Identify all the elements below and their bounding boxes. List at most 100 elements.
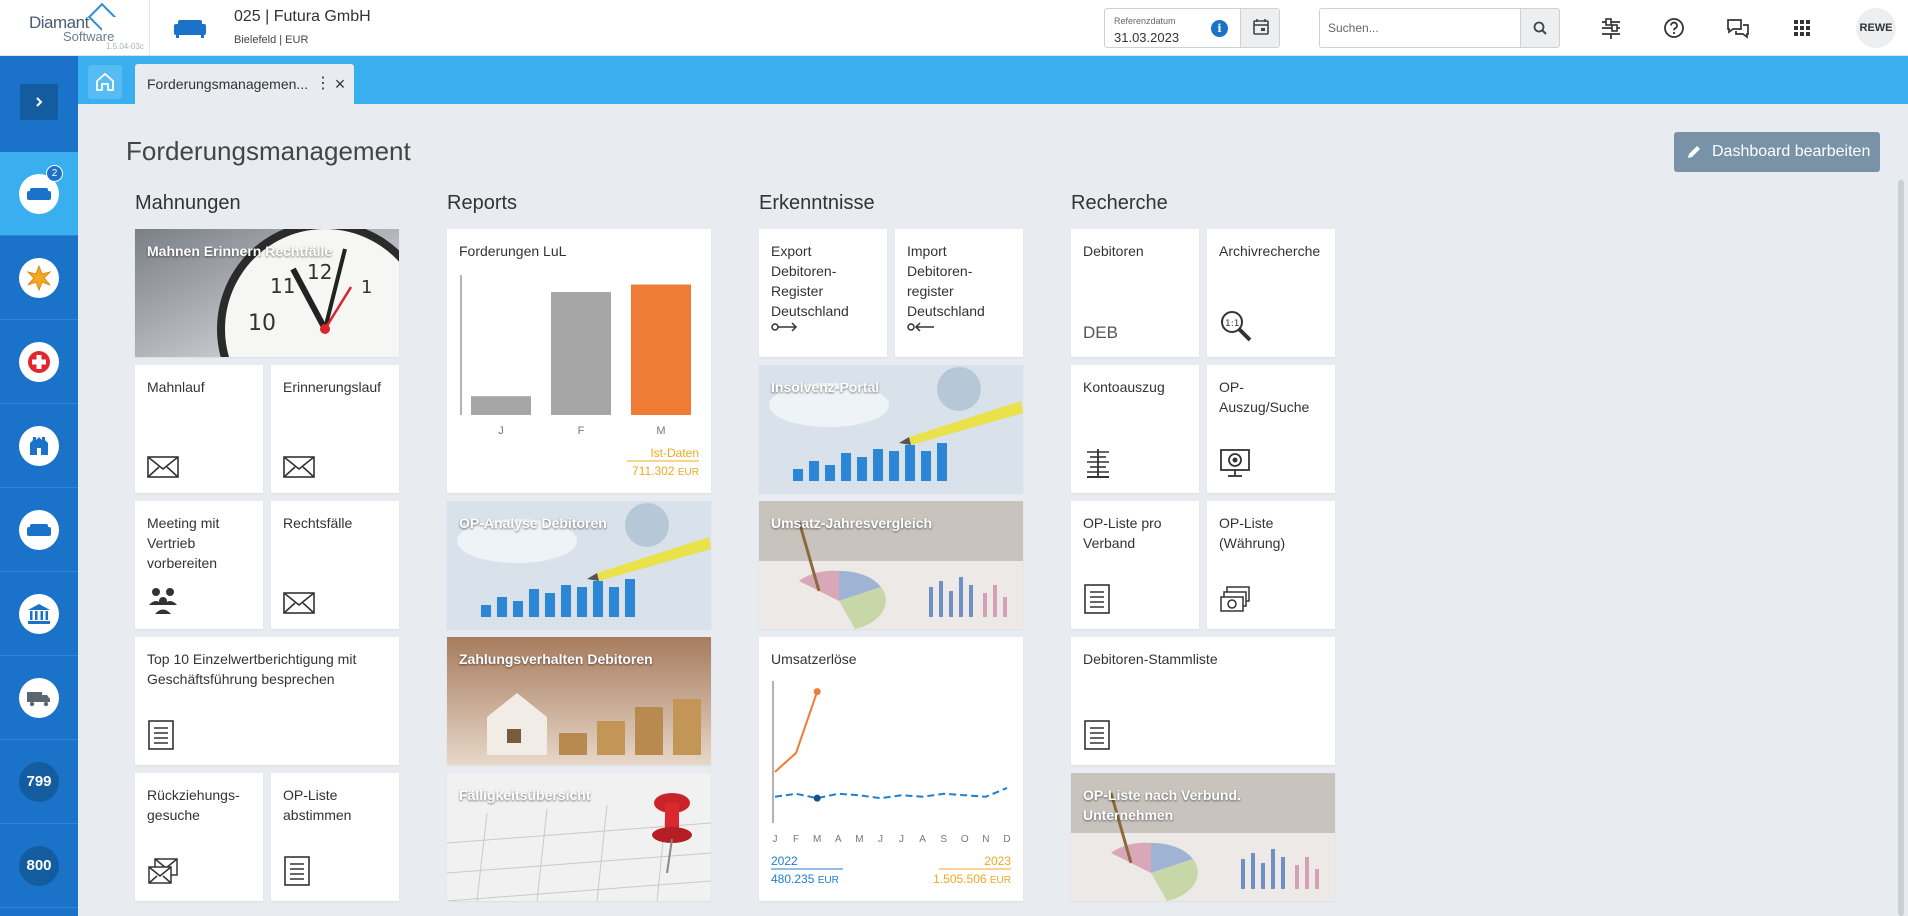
- tile-erinnerungslauf[interactable]: Erinnerungslauf: [271, 365, 399, 493]
- nav-item-debitoren[interactable]: 2: [0, 152, 78, 236]
- tab-menu-icon[interactable]: ⋮: [315, 72, 331, 96]
- tab-bar: Forderungsmanagemen... ⋮ ×: [78, 56, 1908, 104]
- nav-item-building[interactable]: [0, 404, 78, 488]
- tile-label: Mahnen Erinnern Rechtfälle: [147, 243, 333, 259]
- tile-label: Mahnlauf: [147, 379, 205, 395]
- tile-label: Export Debitoren-Register Deutschland: [771, 243, 849, 319]
- search-box[interactable]: [1319, 8, 1527, 48]
- tile-umsatzerloese[interactable]: Umsatzerlöse J F M A M J J A S O N D 2022 480.235 EUR…: [759, 637, 1023, 901]
- star-icon: [26, 264, 52, 292]
- info-icon[interactable]: i: [1211, 20, 1228, 37]
- tile-label: Top 10 Einzelwertberichtigung mit Geschä…: [147, 651, 357, 687]
- tile-rueckziehung[interactable]: Rückziehungs-gesuche: [135, 773, 263, 901]
- filter-settings-icon[interactable]: [1597, 14, 1625, 42]
- home-tab[interactable]: [88, 65, 122, 99]
- tile-op-verband[interactable]: OP-Liste pro Verband: [1071, 501, 1199, 629]
- magnifier-icon: 1:1: [1221, 311, 1252, 342]
- tile-mahnen-erinnern[interactable]: 10 11 12 1 Mahnen Erinnern Rechtfälle: [135, 229, 399, 357]
- nav-circle: [19, 510, 59, 550]
- app-version: 1.5.04-03c: [106, 42, 144, 51]
- tile-debitoren-stammliste[interactable]: Debitoren-Stammliste: [1071, 637, 1335, 765]
- tile-opliste-abstimmen[interactable]: OP-Liste abstimmen: [271, 773, 399, 901]
- tile-label: Kontoauszug: [1083, 379, 1165, 395]
- tile-op-auszug[interactable]: OP-Auszug/Suche: [1207, 365, 1335, 493]
- close-icon[interactable]: ×: [331, 72, 349, 96]
- tile-zahlungsverhalten[interactable]: Zahlungsverhalten Debitoren: [447, 637, 711, 765]
- calendar-icon: [1253, 19, 1269, 35]
- nav-circle: [19, 678, 59, 718]
- tile-mahnlauf[interactable]: Mahnlauf: [135, 365, 263, 493]
- bank-icon: [28, 604, 50, 624]
- edit-dashboard-button[interactable]: Dashboard bearbeiten: [1674, 132, 1880, 172]
- user-avatar[interactable]: REWE: [1856, 8, 1896, 48]
- series-line-2023: [774, 691, 819, 773]
- tile-meeting[interactable]: Meeting mit Vertrieb vorbereiten: [135, 501, 263, 629]
- tile-label: Erinnerungslauf: [283, 379, 382, 395]
- tile-forderungen-lul[interactable]: Forderungen LuL J F M Ist-Daten 711.302 EUR: [447, 229, 711, 493]
- left-navigation: 2 799 800: [0, 56, 78, 916]
- tile-insolvenz[interactable]: Insolvenz-Portal: [759, 365, 1023, 493]
- x-tick-label: D: [1003, 834, 1010, 845]
- total-2023-unit: EUR: [990, 875, 1011, 886]
- nav-number-800: 800: [19, 846, 59, 886]
- tile-op-waehrung[interactable]: OP-Liste (Währung): [1207, 501, 1335, 629]
- tile-archivrecherche[interactable]: Archivrecherche 1:1: [1207, 229, 1335, 357]
- document-icon: [284, 856, 310, 886]
- page-scrollbar[interactable]: [1898, 180, 1904, 916]
- company-name[interactable]: 025 | Futura GmbH: [234, 8, 371, 26]
- x-tick-label: O: [961, 834, 969, 845]
- tab-forderungsmanagement[interactable]: Forderungsmanagemen... ⋮ ×: [135, 64, 354, 104]
- nav-item-star[interactable]: [0, 236, 78, 320]
- tile-rechtsfaelle[interactable]: Rechtsfälle: [271, 501, 399, 629]
- svg-text:1:1: 1:1: [1225, 319, 1239, 329]
- tile-label: Rechtsfälle: [283, 515, 353, 531]
- tile-op-analyse[interactable]: OP-Analyse Debitoren: [447, 501, 711, 629]
- export-arrow-icon: [771, 322, 798, 332]
- tile-kontoauszug[interactable]: Kontoauszug: [1071, 365, 1199, 493]
- calendar-button[interactable]: [1240, 9, 1279, 47]
- nav-item-bank[interactable]: [0, 572, 78, 656]
- x-tick-label: J: [773, 834, 778, 845]
- import-arrow-icon: [907, 322, 934, 332]
- app-logo[interactable]: Diamant Software 1.5.04-03c: [0, 0, 150, 56]
- document-icon: [1084, 584, 1110, 614]
- column-title-mahnungen: Mahnungen: [135, 192, 241, 214]
- sofa-icon: [27, 524, 51, 536]
- apps-grid-icon[interactable]: [1788, 14, 1816, 42]
- document-icon: [148, 720, 174, 750]
- reference-date-value[interactable]: 31.03.2023: [1114, 30, 1179, 45]
- reference-date-field[interactable]: Referenzdatum 31.03.2023 i: [1104, 8, 1280, 48]
- group-icon: [149, 588, 177, 614]
- search-input[interactable]: [1320, 9, 1520, 47]
- total-2023-amount: 1.505.506: [933, 872, 990, 886]
- tile-label: OP-Liste nach Verbund. Unternehmen: [1083, 787, 1241, 823]
- nav-item-799[interactable]: 799: [0, 740, 78, 824]
- nav-item-truck[interactable]: [0, 656, 78, 740]
- tile-top10[interactable]: Top 10 Einzelwertberichtigung mit Geschä…: [135, 637, 399, 765]
- tile-label: OP-Liste pro Verband: [1083, 515, 1162, 551]
- tile-label: OP-Analyse Debitoren: [459, 515, 607, 531]
- tile-label: Zahlungsverhalten Debitoren: [459, 651, 653, 667]
- svg-text:10: 10: [248, 311, 276, 336]
- tile-export-debitoren[interactable]: Export Debitoren-Register Deutschland: [759, 229, 887, 357]
- search-button[interactable]: [1520, 8, 1560, 48]
- tile-import-debitoren[interactable]: Import Debitoren-register Deutschland: [895, 229, 1023, 357]
- company-location: Bielefeld | EUR: [234, 34, 309, 46]
- tile-debitoren[interactable]: Debitoren DEB: [1071, 229, 1199, 357]
- monitor-search-icon: [1220, 449, 1250, 477]
- nav-item-medical[interactable]: [0, 320, 78, 404]
- total-2022-unit: EUR: [818, 875, 839, 886]
- help-icon[interactable]: [1660, 14, 1688, 42]
- series-line-2022: [774, 787, 1008, 800]
- x-tick-label: J: [899, 834, 904, 845]
- nav-item-sofa[interactable]: [0, 488, 78, 572]
- tile-faelligkeit[interactable]: Fälligkeitsübersicht: [447, 773, 711, 901]
- column-title-reports: Reports: [447, 192, 518, 214]
- nav-item-800[interactable]: 800: [0, 824, 78, 908]
- tile-op-verbund[interactable]: OP-Liste nach Verbund. Unternehmen: [1071, 773, 1335, 901]
- tile-umsatz-jahresvergleich[interactable]: Umsatz-Jahresvergleich: [759, 501, 1023, 629]
- svg-text:1: 1: [361, 277, 372, 298]
- x-tick-label: F: [793, 834, 799, 845]
- chat-icon[interactable]: [1724, 14, 1752, 42]
- nav-expand-button[interactable]: [20, 84, 58, 120]
